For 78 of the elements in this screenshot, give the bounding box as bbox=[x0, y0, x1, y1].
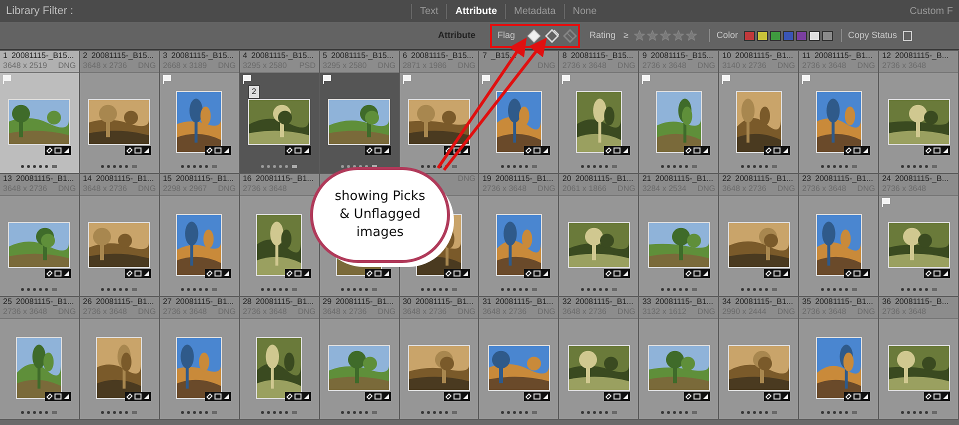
cell-index: 29 bbox=[322, 297, 332, 307]
file-name: 20081115-_B1... bbox=[655, 174, 714, 184]
file-name: 20081115-_B... bbox=[894, 297, 949, 307]
file-name: 20081115-_B... bbox=[894, 174, 949, 184]
cell-index: 6 bbox=[402, 51, 408, 61]
file-name: 20081115-_B1... bbox=[655, 297, 714, 307]
file-name: 20081115-_B15... bbox=[411, 51, 474, 61]
file-name: 20081115-_B1... bbox=[96, 174, 154, 184]
cell-index: 23 bbox=[802, 174, 812, 184]
file-name: 20081115-_B1... bbox=[336, 297, 394, 307]
stack-count: 2 bbox=[248, 85, 260, 99]
image-dimensions: 3648 x 2519 bbox=[3, 61, 48, 71]
cell-index: 2 bbox=[82, 51, 88, 61]
cell-index: 1 bbox=[3, 51, 8, 61]
cell-index: 30 bbox=[402, 297, 412, 307]
copy-status-label: Copy Status bbox=[840, 28, 898, 42]
file-name: 20081115-_B1... bbox=[575, 297, 634, 307]
file-format: DNG bbox=[58, 61, 76, 71]
file-name: 20081115-_B15... bbox=[570, 51, 634, 61]
file-name: 20081115-_B1... bbox=[815, 297, 874, 307]
file-name: 20081115-_B1... bbox=[256, 174, 314, 184]
cell-index: 24 bbox=[882, 174, 891, 184]
file-name: 20081115-_B1... bbox=[735, 297, 794, 307]
cell-index: 33 bbox=[642, 297, 652, 307]
cell-index: 10 bbox=[722, 51, 732, 61]
file-name: 20081115-_B1... bbox=[735, 51, 794, 61]
file-name: 20081115-_B15... bbox=[650, 51, 714, 61]
file-name: 20081115-_B1... bbox=[735, 174, 794, 184]
file-name: 20081115-_B1... bbox=[176, 297, 234, 307]
cell-index: 3 bbox=[162, 51, 168, 61]
cell-index: 34 bbox=[722, 297, 732, 307]
file-name: 20081115-_B15... bbox=[171, 51, 234, 61]
cell-index: 7 bbox=[482, 51, 487, 61]
file-name: 20081115-_B1... bbox=[814, 51, 872, 61]
cell-index: 35 bbox=[802, 297, 812, 307]
cell-index: 20 bbox=[562, 174, 572, 184]
file-name: 20081115-_B... bbox=[894, 51, 949, 61]
cell-index: 4 bbox=[242, 51, 248, 61]
file-name: 20081115-_B15... bbox=[331, 51, 394, 61]
file-name: 20081115-_B1... bbox=[176, 174, 234, 184]
color-label: Color bbox=[709, 28, 738, 42]
cell-index: 13 bbox=[3, 174, 12, 184]
file-name: 20081115-_B1... bbox=[16, 297, 74, 307]
file-name: 20081115-_B15... bbox=[91, 51, 154, 61]
cell-index: 32 bbox=[562, 297, 572, 307]
file-name: 20081115-_B15... bbox=[251, 51, 314, 61]
file-name: 20081115-_B1... bbox=[96, 297, 154, 307]
file-name: 20081115-_B15... bbox=[11, 51, 74, 61]
cell-index: 27 bbox=[162, 297, 172, 307]
cell-index: 14 bbox=[82, 174, 92, 184]
file-name: 20081115-_B1... bbox=[256, 297, 314, 307]
rating-label: Rating bbox=[590, 28, 616, 42]
file-name: 20081115-_B1... bbox=[495, 174, 554, 184]
preset-label: Custom F bbox=[910, 4, 953, 18]
file-name: 20081115-_B1... bbox=[415, 297, 474, 307]
cell-index: 25 bbox=[3, 297, 12, 307]
cell-index: 12 bbox=[882, 51, 891, 61]
cell-index: 19 bbox=[482, 174, 492, 184]
cell-index: 21 bbox=[642, 174, 652, 184]
file-name: 20081115-_B1... bbox=[815, 174, 874, 184]
cell-index: 8 bbox=[562, 51, 567, 61]
cell-index: 16 bbox=[242, 174, 252, 184]
cell-index: 11 bbox=[802, 51, 810, 61]
cell-index: 36 bbox=[882, 297, 891, 307]
file-name: 20081115-_B1... bbox=[575, 174, 634, 184]
cell-index: 5 bbox=[322, 51, 328, 61]
panel-title: Library Filter : bbox=[6, 4, 74, 19]
cell-index: 22 bbox=[722, 174, 732, 184]
file-name: 20081115-_B1... bbox=[495, 297, 554, 307]
cell-index: 9 bbox=[642, 51, 647, 61]
cell-index: 31 bbox=[482, 297, 492, 307]
cell-index: 26 bbox=[82, 297, 92, 307]
flag-label: Flag bbox=[498, 28, 516, 42]
cell-index: 28 bbox=[242, 297, 252, 307]
cell-index: 15 bbox=[162, 174, 172, 184]
attribute-label: Attribute bbox=[438, 28, 476, 42]
callout-text: showing Picks & Unflagged images bbox=[334, 188, 426, 242]
file-name: 20081115-_B1... bbox=[16, 174, 74, 184]
